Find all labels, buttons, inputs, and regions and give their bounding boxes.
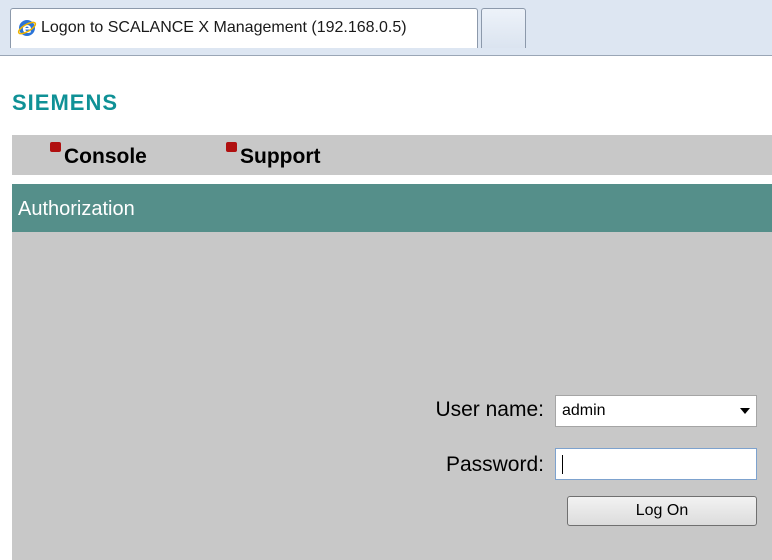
nav-item-label: Console [64, 145, 147, 168]
section-header: Authorization [12, 184, 772, 232]
chevron-down-icon [740, 408, 750, 414]
logon-button[interactable]: Log On [567, 496, 757, 526]
ie-icon: e [17, 20, 37, 37]
username-select[interactable]: admin [555, 395, 757, 427]
nav-item-support[interactable]: Support [226, 142, 321, 169]
text-caret [562, 455, 563, 474]
username-label: User name: [435, 398, 544, 421]
section-title: Authorization [18, 198, 135, 220]
password-label: Password: [445, 453, 544, 476]
nav-item-label: Support [240, 145, 321, 168]
browser-tab-active[interactable]: e Logon to SCALANCE X Management (192.16… [10, 8, 478, 48]
login-panel: User name: admin Password: Log On [12, 232, 772, 560]
bullet-icon [226, 142, 237, 152]
nav-item-console[interactable]: Console [50, 142, 147, 169]
bullet-icon [50, 142, 61, 152]
new-tab-button[interactable] [481, 8, 526, 48]
password-field[interactable] [555, 448, 757, 480]
browser-tab-bar: e Logon to SCALANCE X Management (192.16… [0, 0, 772, 56]
main-nav: Console Support [12, 135, 772, 175]
tab-title: Logon to SCALANCE X Management (192.168.… [41, 19, 407, 36]
username-value: admin [562, 402, 606, 419]
siemens-logo: SIEMENS [12, 90, 119, 115]
